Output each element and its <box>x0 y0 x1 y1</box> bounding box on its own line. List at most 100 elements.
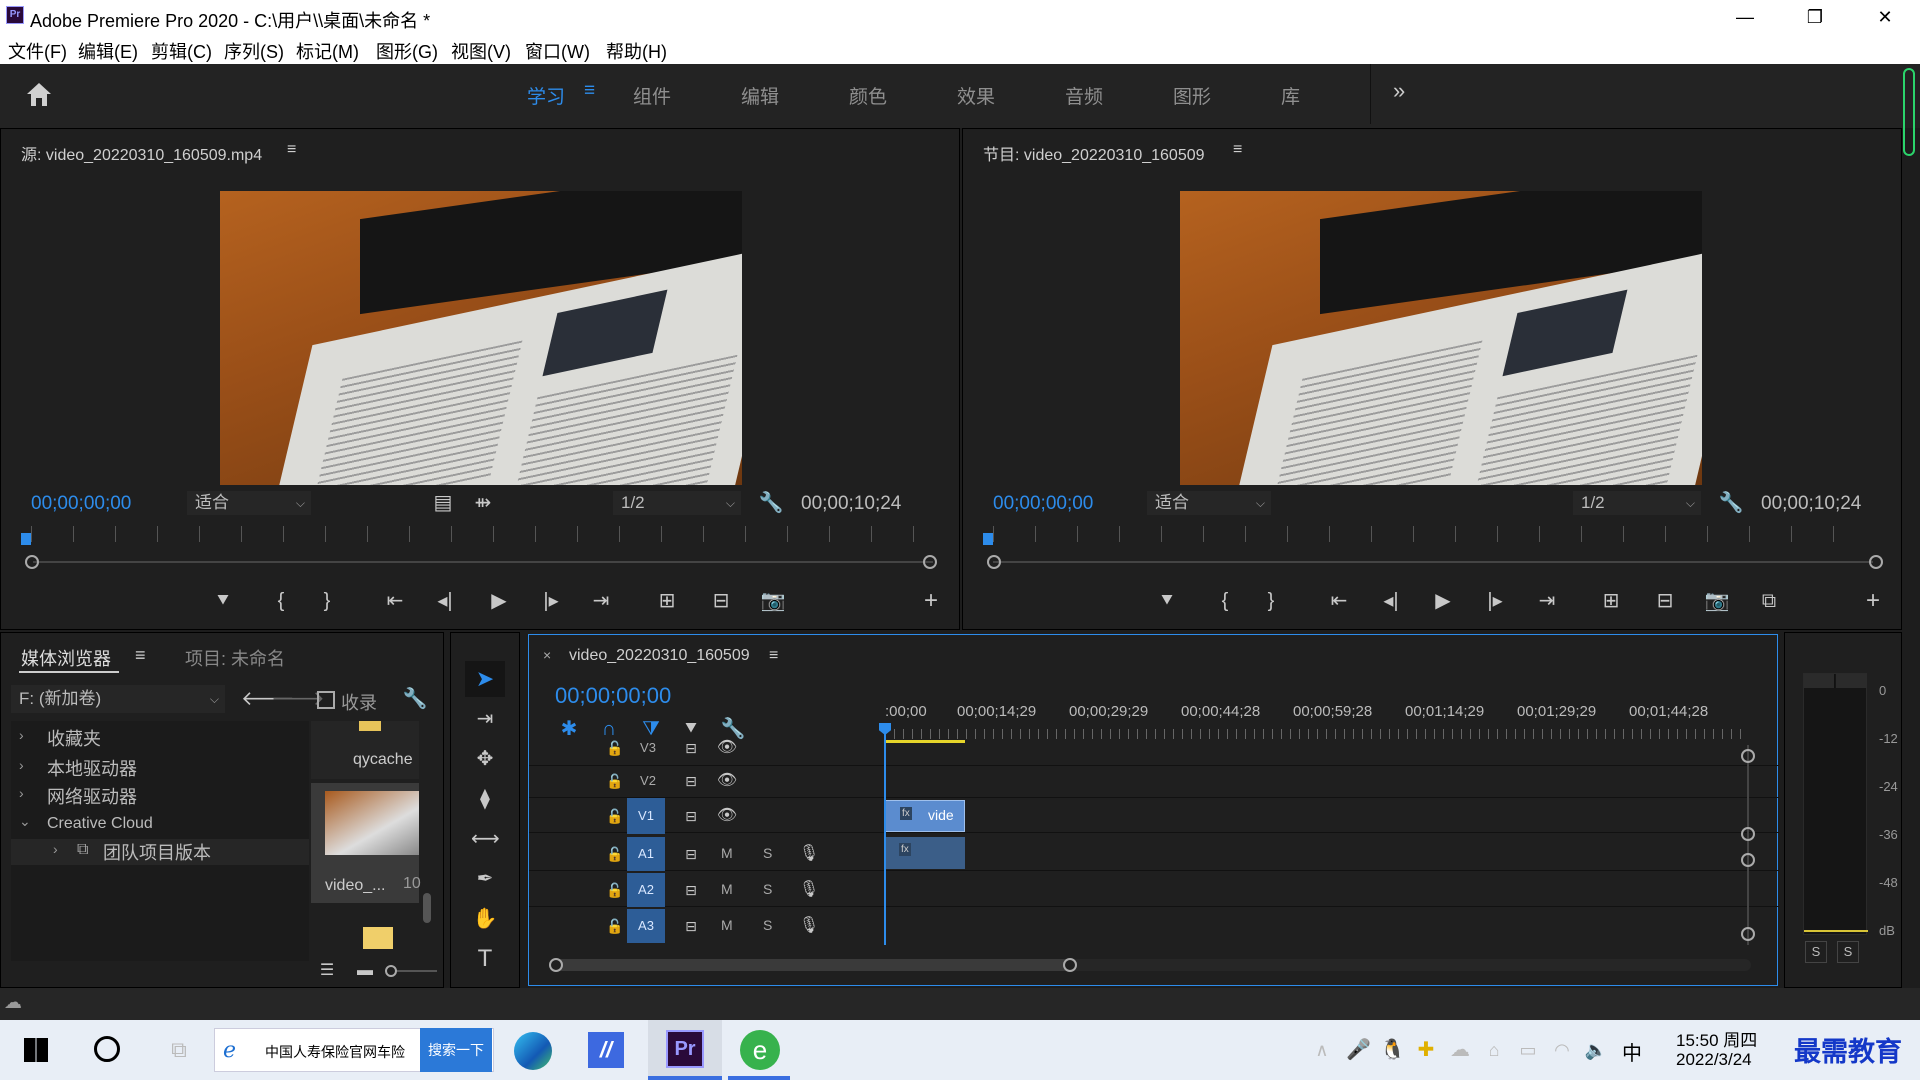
tree-item-team-projects[interactable]: › ⧉ 团队项目版本 <box>11 839 309 865</box>
mark-out-icon[interactable]: } <box>1257 589 1285 613</box>
forward-arrow-icon[interactable]: 🡒 <box>271 687 325 711</box>
home-icon[interactable] <box>24 80 54 108</box>
microphone-icon[interactable]: 🎙 <box>795 914 823 938</box>
volume-icon[interactable]: 🔈 <box>1584 1030 1608 1070</box>
app-icon[interactable]: // <box>588 1032 624 1068</box>
hand-tool-icon[interactable]: ✋ <box>471 907 499 931</box>
menu-graphics[interactable]: 图形(G) <box>376 38 438 64</box>
solo-right-button[interactable]: S <box>1837 941 1859 963</box>
scroll-handle[interactable] <box>1741 853 1755 867</box>
compare-view-icon[interactable]: ⧉ <box>1755 589 1783 613</box>
ripple-edit-icon[interactable]: ✥ <box>471 747 499 771</box>
media-browser-menu-icon[interactable]: ≡ <box>135 645 146 666</box>
ime-indicator[interactable]: 中 <box>1622 1037 1642 1066</box>
tree-item-favorites[interactable]: › 收藏夹 <box>11 725 309 751</box>
step-back-icon[interactable]: ◂| <box>1377 589 1405 613</box>
zoom-handle-right[interactable] <box>923 555 937 569</box>
mark-in-icon[interactable]: { <box>267 589 295 613</box>
tree-item-network-drives[interactable]: › 网络驱动器 <box>11 783 309 809</box>
track-label-a2[interactable]: A2 <box>627 873 665 907</box>
snap-icon[interactable]: ∩ <box>595 717 623 741</box>
icon-view-icon[interactable]: ▬ <box>351 959 379 983</box>
track-label-a1[interactable]: A1 <box>627 837 665 871</box>
sync-lock-icon[interactable]: ⊟ <box>677 842 705 866</box>
program-monitor-title[interactable]: 节目: video_20220310_160509 <box>983 141 1205 165</box>
step-forward-icon[interactable]: |▸ <box>537 589 565 613</box>
program-time-ruler[interactable] <box>993 526 1873 542</box>
source-resolution-dropdown[interactable]: 1/2 ⌵ <box>613 491 741 515</box>
go-to-in-icon[interactable]: ⇤ <box>1325 589 1353 613</box>
favorites-checkbox[interactable] <box>317 691 335 709</box>
camera-icon[interactable]: 📷 <box>1703 589 1731 613</box>
extract-icon[interactable]: ⊟ <box>1651 589 1679 613</box>
menu-window[interactable]: 窗口(W) <box>525 38 590 64</box>
workspace-tab-assembly[interactable]: 组件 <box>633 82 671 109</box>
mark-in-icon[interactable]: { <box>1211 589 1239 613</box>
drag-audio-icon[interactable]: ⇻ <box>469 491 497 515</box>
track-label-v1[interactable]: V1 <box>627 798 665 834</box>
overwrite-icon[interactable]: ⊟ <box>707 589 735 613</box>
horizontal-scroll-thumb[interactable] <box>555 959 1071 971</box>
background-tasks-icon[interactable]: ☁ <box>4 992 22 1013</box>
drive-dropdown[interactable]: F: (新加卷) ⌵ <box>11 685 225 713</box>
workspace-tab-color[interactable]: 颜色 <box>849 82 887 109</box>
scroll-handle-left[interactable] <box>549 958 563 972</box>
wrench-icon[interactable]: 🔧 <box>1717 491 1745 515</box>
mute-button[interactable]: M <box>721 881 733 897</box>
selection-tool-icon[interactable]: ➤ <box>471 667 499 691</box>
clock-date[interactable]: 2022/3/24 <box>1676 1050 1752 1070</box>
microphone-icon[interactable]: 🎙 <box>795 878 823 902</box>
scroll-handle[interactable] <box>1741 927 1755 941</box>
camera-icon[interactable]: 📷 <box>759 589 787 613</box>
wrench-icon[interactable]: 🔧 <box>757 491 785 515</box>
lock-icon[interactable]: 🔓 <box>601 769 629 793</box>
linked-selection-icon[interactable]: ⧩ <box>637 717 665 741</box>
step-forward-icon[interactable]: |▸ <box>1481 589 1509 613</box>
menu-help[interactable]: 帮助(H) <box>606 38 667 64</box>
zoom-handle-right[interactable] <box>1869 555 1883 569</box>
close-sequence-icon[interactable]: × <box>543 647 551 663</box>
mute-button[interactable]: M <box>721 917 733 933</box>
source-zoom-bar[interactable] <box>33 561 933 563</box>
tab-project[interactable]: 项目: 未命名 <box>185 645 285 671</box>
workspace-tab-graphics[interactable]: 图形 <box>1173 82 1211 109</box>
timeline-playhead[interactable] <box>884 729 886 945</box>
menu-view[interactable]: 视图(V) <box>451 38 511 64</box>
source-time-ruler[interactable] <box>31 526 931 542</box>
play-icon[interactable]: ▶ <box>1429 589 1457 613</box>
source-fit-dropdown[interactable]: 适合 ⌵ <box>187 491 311 515</box>
sync-lock-icon[interactable]: ⊟ <box>677 878 705 902</box>
menu-edit[interactable]: 编辑(E) <box>78 38 138 64</box>
microphone-icon[interactable]: 🎤 <box>1346 1030 1371 1070</box>
solo-button[interactable]: S <box>763 917 772 933</box>
slip-tool-icon[interactable]: ⟷ <box>471 827 500 851</box>
add-marker-icon[interactable]: ⯆ <box>209 589 237 613</box>
battery-icon[interactable]: ▭ <box>1516 1030 1540 1070</box>
vertical-scroll-track[interactable] <box>1747 745 1749 945</box>
menu-file[interactable]: 文件(F) <box>8 38 67 64</box>
security-icon[interactable]: ✚ <box>1414 1030 1438 1070</box>
search-button[interactable]: 搜索一下 <box>420 1028 492 1072</box>
scroll-handle[interactable] <box>1741 827 1755 841</box>
track-label-a3[interactable]: A3 <box>627 909 665 943</box>
zoom-handle-left[interactable] <box>987 555 1001 569</box>
track-select-icon[interactable]: ⇥ <box>471 707 499 731</box>
lock-icon[interactable]: 🔓 <box>601 804 629 828</box>
program-resolution-dropdown[interactable]: 1/2 ⌵ <box>1573 491 1701 515</box>
audio-clip[interactable]: fx <box>885 837 965 869</box>
workspace-tab-effects[interactable]: 效果 <box>957 82 995 109</box>
file-tile-qycache[interactable]: qycache <box>311 721 419 779</box>
clock-time[interactable]: 15:50 周四 <box>1676 1026 1757 1051</box>
wrench-icon[interactable]: 🔧 <box>719 717 747 741</box>
windows-start-icon[interactable] <box>24 1038 48 1062</box>
program-zoom-bar[interactable] <box>993 561 1873 563</box>
workspace-tab-learn[interactable]: 学习 <box>527 82 565 109</box>
sequence-tab[interactable]: video_20220310_160509 <box>569 647 750 665</box>
zoom-slider[interactable] <box>397 970 437 972</box>
close-button[interactable]: ✕ <box>1850 0 1920 34</box>
sync-lock-icon[interactable]: ⊟ <box>677 804 705 828</box>
play-icon[interactable]: ▶ <box>485 589 513 613</box>
source-timecode[interactable]: 00;00;00;00 <box>31 493 131 515</box>
tree-item-local-drives[interactable]: › 本地驱动器 <box>11 755 309 781</box>
drag-video-icon[interactable]: ▤ <box>429 491 457 515</box>
